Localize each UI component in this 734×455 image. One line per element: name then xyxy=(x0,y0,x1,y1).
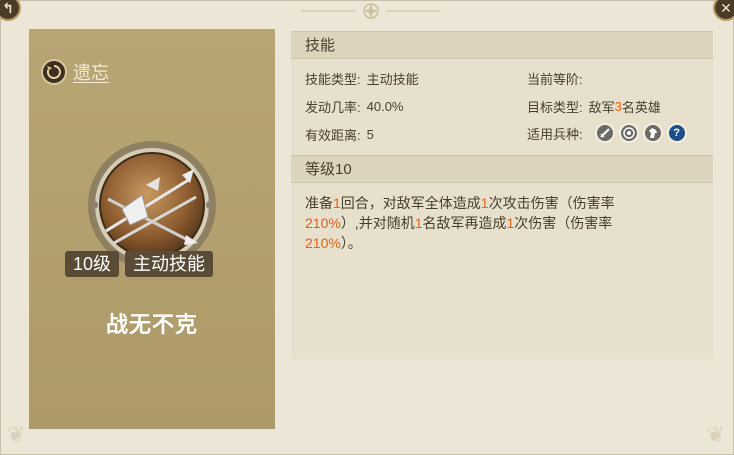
desc-text: ）。 xyxy=(340,235,362,251)
desc-text: 名敌军再造成 xyxy=(422,215,507,231)
desc-text: ）,并对随机 xyxy=(340,215,415,231)
skill-card: 遗忘 10级 主动技能 战无不克 xyxy=(29,29,275,429)
troops-row: 适用兵种: ? xyxy=(527,123,687,143)
back-arrow-icon: ↰ xyxy=(2,0,14,16)
desc-text: 准备 xyxy=(305,195,333,211)
desc-text: 次攻击伤害（伤害率 xyxy=(488,195,615,211)
chance-value: 40.0% xyxy=(366,99,404,114)
skill-type-value: 主动技能 xyxy=(366,72,419,87)
level-section-header: 等级10 xyxy=(291,155,713,183)
skill-type-row: 技能类型: 主动技能 xyxy=(305,69,419,88)
forget-icon xyxy=(41,59,67,85)
rank-key: 当前等阶: xyxy=(527,72,583,87)
troop-icons: ? xyxy=(594,123,687,143)
desc-text: 回合，对敌军全体造成 xyxy=(340,195,481,211)
top-ornament xyxy=(301,1,441,23)
back-button[interactable]: ↰ xyxy=(0,0,21,21)
flourish-icon-right: ❦ xyxy=(706,422,725,447)
ornament-icon xyxy=(301,3,441,19)
type-badge: 主动技能 xyxy=(125,251,214,277)
skill-badges: 10级 主动技能 xyxy=(65,251,214,277)
range-value: 5 xyxy=(366,127,374,142)
forget-label: 遗忘 xyxy=(73,63,109,83)
sword-icon[interactable] xyxy=(594,123,615,143)
skill-type-key: 技能类型: xyxy=(305,72,361,87)
desc-text: 次伤害（伤害率 xyxy=(514,215,613,231)
question-icon[interactable]: ? xyxy=(666,123,687,143)
desc-number: 1 xyxy=(480,195,489,211)
desc-number: 1 xyxy=(333,195,341,211)
skill-name: 战无不克 xyxy=(105,312,198,337)
range-row: 有效距离: 5 xyxy=(305,125,374,144)
skill-section-header: 技能 xyxy=(291,31,713,59)
forget-button[interactable]: 遗忘 xyxy=(41,59,109,85)
target-key: 目标类型: xyxy=(527,100,583,115)
target-icon[interactable] xyxy=(618,123,639,143)
target-row: 目标类型: 敌军 3 名英雄 xyxy=(527,97,661,116)
range-key: 有效距离: xyxy=(305,128,361,143)
close-icon: ✕ xyxy=(720,0,732,16)
troops-key: 适用兵种: xyxy=(527,126,583,142)
rank-row: 当前等阶: xyxy=(527,69,589,88)
desc-number: 1 xyxy=(414,215,423,231)
horse-icon[interactable] xyxy=(642,123,663,143)
desc-number: 210% xyxy=(305,215,341,231)
level-description: 准备1回合，对敌军全体造成1次攻击伤害（伤害率 210%）,并对随机1名敌军再造成… xyxy=(291,183,713,359)
level-badge: 10级 xyxy=(65,251,120,277)
desc-number: 210% xyxy=(305,235,341,251)
chance-key: 发动几率: xyxy=(305,100,361,115)
skill-detail-panel: ↰ ✕ ❦ ❦ 遗忘 10级 主动技能 战无不克 技能 技能类型: 主动技能 当… xyxy=(0,0,734,455)
close-button[interactable]: ✕ xyxy=(713,0,734,21)
target-suffix: 名英雄 xyxy=(621,100,661,115)
skill-attributes: 技能类型: 主动技能 当前等阶: 发动几率: 40.0% 目标类型: 敌军 3 … xyxy=(291,59,713,155)
target-prefix: 敌军 xyxy=(588,100,615,115)
skill-info: 技能 技能类型: 主动技能 当前等阶: 发动几率: 40.0% 目标类型: 敌军… xyxy=(291,31,713,359)
target-count: 3 xyxy=(614,99,622,114)
flourish-icon-left: ❦ xyxy=(7,422,26,447)
chance-row: 发动几率: 40.0% xyxy=(305,97,404,116)
